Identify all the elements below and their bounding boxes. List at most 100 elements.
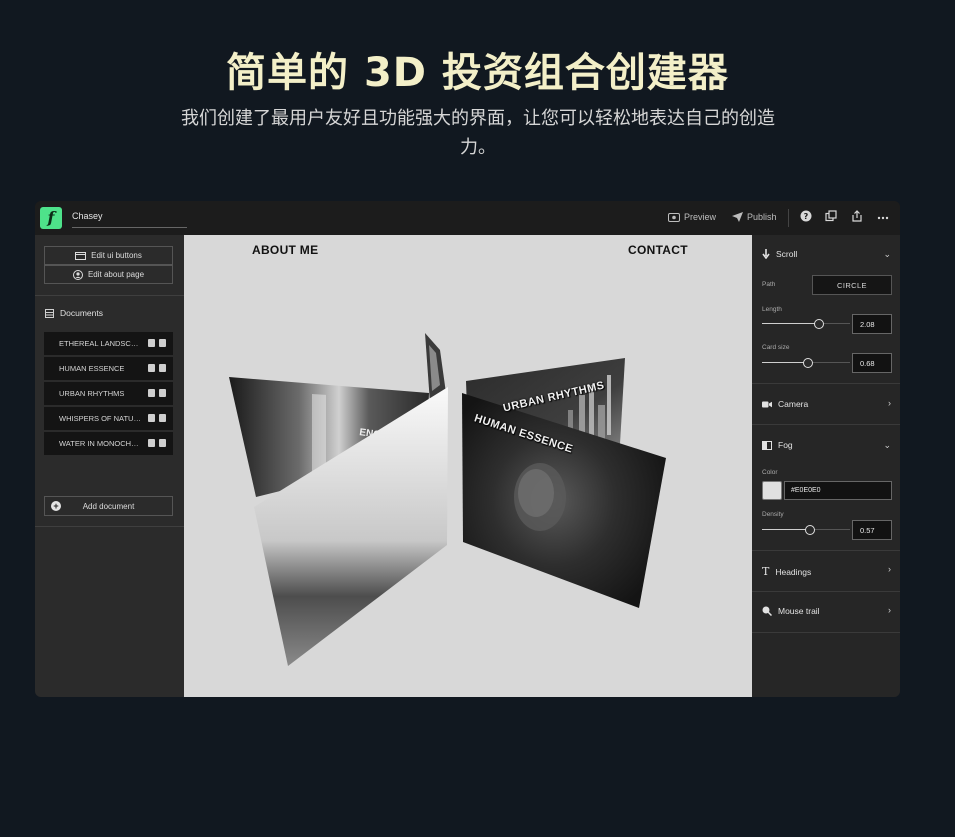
- document-item[interactable]: URBAN RHYTHMS: [44, 382, 173, 405]
- path-select[interactable]: CIRCLE: [812, 275, 892, 295]
- camera-icon: [762, 401, 772, 407]
- edit-about-page-button[interactable]: Edit about page: [44, 265, 173, 284]
- copy-icon[interactable]: [148, 414, 155, 422]
- length-label: Length: [762, 306, 782, 313]
- card-size-slider[interactable]: [762, 357, 850, 369]
- text-icon: T: [762, 565, 770, 578]
- headings-title: Headings: [775, 566, 812, 577]
- duplicate-icon: [825, 210, 837, 222]
- trash-icon[interactable]: [159, 414, 166, 422]
- toolbar-divider: [788, 209, 789, 227]
- document-name: WATER IN MONOCHROME: [59, 439, 141, 448]
- svg-text:?: ?: [804, 212, 809, 221]
- fog-color-label: Color: [762, 469, 778, 476]
- more-icon: [877, 216, 889, 220]
- card-carousel[interactable]: ENCE: [184, 235, 752, 697]
- trash-icon[interactable]: [159, 389, 166, 397]
- section-divider: [752, 383, 900, 384]
- window-icon: [75, 251, 87, 260]
- copy-icon[interactable]: [148, 339, 155, 347]
- more-button[interactable]: [876, 210, 890, 224]
- fog-color-swatch[interactable]: [762, 481, 782, 500]
- card-size-input[interactable]: 0.68: [852, 353, 892, 373]
- headings-section-header[interactable]: T Headings: [762, 565, 811, 578]
- fog-color-input[interactable]: #E0E0E0: [784, 481, 892, 500]
- scroll-section-header[interactable]: Scroll: [762, 249, 797, 259]
- length-input[interactable]: 2.08: [852, 314, 892, 334]
- share-icon: [852, 210, 862, 222]
- preview-label: Preview: [684, 212, 717, 222]
- mouse-trail-title: Mouse trail: [778, 606, 820, 616]
- help-icon: ?: [800, 210, 812, 222]
- trash-icon[interactable]: [159, 339, 166, 347]
- preview-canvas[interactable]: ABOUT ME CONTACT URBAN RHYTHMS HUMAN ESS…: [184, 235, 752, 697]
- document-name: HUMAN ESSENCE: [59, 364, 125, 373]
- section-divider: [752, 424, 900, 425]
- top-bar: f Chasey Preview Publish ?: [35, 201, 900, 235]
- path-label: Path: [762, 281, 776, 288]
- fog-section-header[interactable]: Fog: [762, 440, 793, 450]
- edit-about-page-label: Edit about page: [87, 270, 145, 279]
- fog-icon: [762, 440, 772, 450]
- density-slider[interactable]: [762, 524, 850, 536]
- help-button[interactable]: ?: [799, 210, 813, 224]
- chevron-down-icon[interactable]: ⌄: [883, 249, 891, 260]
- plus-icon: +: [51, 501, 61, 511]
- scroll-title: Scroll: [776, 249, 798, 259]
- add-document-button[interactable]: + Add document: [44, 496, 173, 516]
- chevron-down-icon[interactable]: ⌄: [883, 440, 891, 451]
- documents-label: Documents: [60, 308, 103, 318]
- edit-ui-buttons-label: Edit ui buttons: [91, 251, 142, 260]
- add-document-label: Add document: [82, 501, 135, 511]
- mouse-trail-section-header[interactable]: Mouse trail: [762, 606, 820, 616]
- length-slider[interactable]: [762, 318, 850, 330]
- publish-button[interactable]: Publish: [732, 212, 777, 222]
- document-item[interactable]: ETHEREAL LANDSCAPES: [44, 332, 173, 355]
- hero-title: 简单的 3D 投资组合创建器: [226, 50, 729, 96]
- document-name: ETHEREAL LANDSCAPES: [59, 339, 141, 348]
- density-label: Density: [762, 511, 784, 518]
- section-divider: [752, 632, 900, 633]
- edit-ui-buttons-button[interactable]: Edit ui buttons: [44, 246, 173, 265]
- camera-section-header[interactable]: Camera: [762, 399, 808, 409]
- duplicate-button[interactable]: [824, 210, 838, 224]
- section-divider: [752, 591, 900, 592]
- send-icon: [732, 212, 743, 222]
- slider-knob[interactable]: [805, 525, 816, 535]
- preview-button[interactable]: Preview: [668, 212, 716, 222]
- copy-icon[interactable]: [148, 439, 155, 447]
- slider-knob[interactable]: [814, 319, 825, 329]
- card-size-label: Card size: [762, 344, 790, 351]
- trash-icon[interactable]: [159, 364, 166, 372]
- publish-label: Publish: [747, 212, 777, 222]
- hero-subtitle: 我们创建了最用户友好且功能强大的界面，让您可以轻松地表达自己的创造力。: [181, 108, 775, 158]
- mouse-trail-icon: [762, 606, 772, 616]
- slider-knob[interactable]: [802, 358, 813, 368]
- trash-icon[interactable]: [159, 439, 166, 447]
- documents-icon: [45, 308, 54, 318]
- documents-header: Documents: [45, 308, 103, 318]
- copy-icon[interactable]: [148, 389, 155, 397]
- left-sidebar: Edit ui buttons Edit about page Document…: [35, 235, 184, 697]
- document-name: URBAN RHYTHMS: [59, 389, 125, 398]
- share-button[interactable]: [850, 210, 864, 224]
- section-divider: [752, 550, 900, 551]
- app-logo[interactable]: f: [40, 207, 62, 229]
- app-window: f Chasey Preview Publish ? Edit ui butto…: [35, 201, 900, 697]
- document-name: WHISPERS OF NATURE: [59, 414, 141, 423]
- copy-icon[interactable]: [148, 364, 155, 372]
- document-item[interactable]: HUMAN ESSENCE: [44, 357, 173, 380]
- document-item[interactable]: WHISPERS OF NATURE: [44, 407, 173, 430]
- project-name-input[interactable]: Chasey: [72, 211, 187, 228]
- sidebar-divider: [35, 295, 184, 296]
- density-input[interactable]: 0.57: [852, 520, 892, 540]
- fog-title: Fog: [778, 440, 793, 450]
- eye-icon: [668, 212, 680, 222]
- chevron-right-icon[interactable]: ›: [888, 605, 891, 615]
- user-icon: [72, 269, 83, 280]
- document-item[interactable]: WATER IN MONOCHROME: [44, 432, 173, 455]
- scroll-icon: [762, 249, 770, 259]
- right-sidebar: Scroll ⌄ Path CIRCLE Length 2.08 Card si…: [752, 235, 900, 697]
- chevron-right-icon[interactable]: ›: [888, 398, 891, 408]
- chevron-right-icon[interactable]: ›: [888, 564, 891, 574]
